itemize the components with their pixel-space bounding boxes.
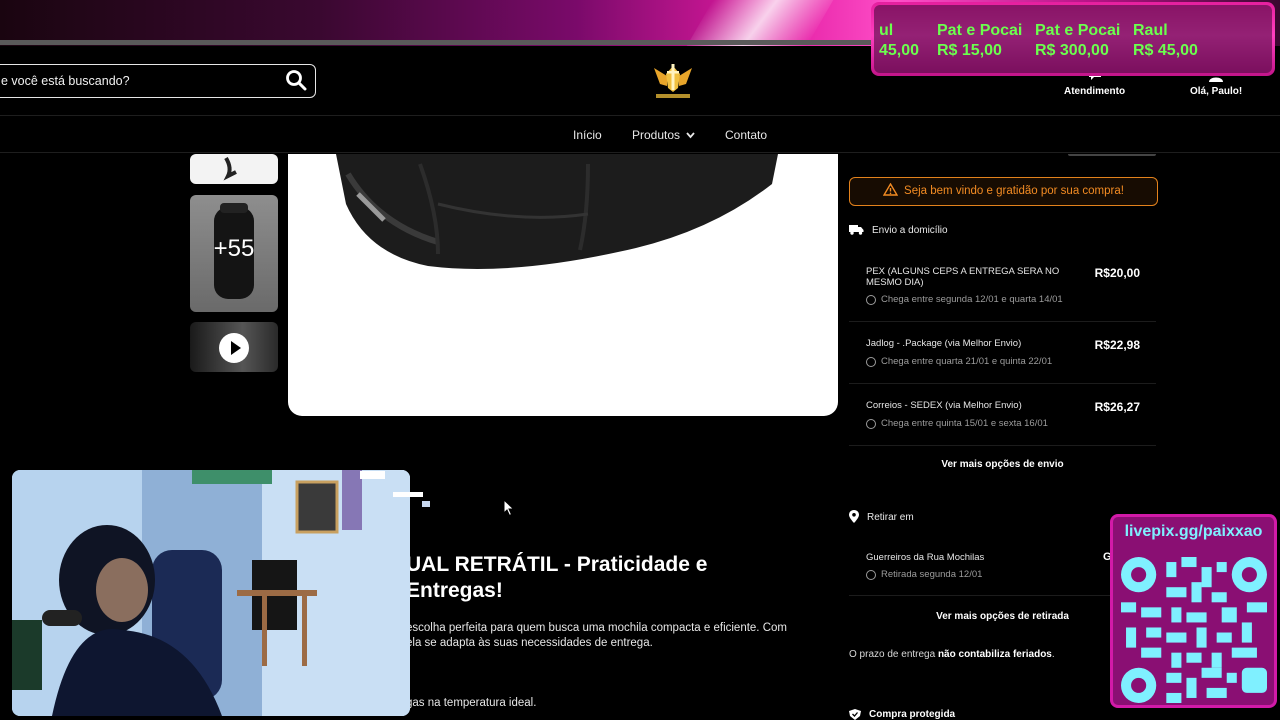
- search-button[interactable]: [283, 68, 309, 94]
- nav-inicio[interactable]: Início: [573, 128, 602, 142]
- title-line-2: Entregas!: [406, 579, 503, 602]
- shipping-option-date: Chega entre quinta 15/01 e sexta 16/01: [881, 418, 1048, 429]
- site-logo[interactable]: [650, 62, 696, 102]
- clock-icon: [866, 295, 876, 305]
- mouse-cursor-icon: [503, 499, 515, 517]
- play-icon: [219, 333, 249, 363]
- donation-amount: 45,00: [879, 42, 920, 59]
- donation-amount: R$ 15,00: [937, 42, 1002, 59]
- donation-entry: Pat e Pocai R$ 15,00: [937, 21, 1022, 61]
- gallery-thumbnail-more[interactable]: +55: [190, 195, 278, 312]
- qr-code-icon: [1121, 557, 1267, 703]
- desc-line-1: escolha perfeita para quem busca uma moc…: [406, 622, 787, 634]
- overlay-glitch: [360, 471, 385, 479]
- shield-check-icon: [849, 709, 861, 720]
- title-line-1: UAL RETRÁTIL - Praticidade e: [406, 553, 708, 576]
- product-description-text: escolha perfeita para quem busca uma moc…: [406, 621, 826, 651]
- product-main-image[interactable]: [288, 154, 838, 416]
- shipping-option-name: Correios - SEDEX (via Melhor Envio): [866, 400, 1022, 411]
- donor-name: Pat e Pocai: [937, 22, 1023, 39]
- chevron-down-icon: [686, 132, 696, 139]
- footnote-bold: não contabiliza feriados: [937, 649, 1052, 660]
- shipping-option-price: R$22,98: [1094, 338, 1140, 352]
- desc-line-3: gas na temperatura ideal.: [406, 697, 537, 709]
- shipping-option-price: R$26,27: [1094, 400, 1140, 414]
- donation-amount: R$ 300,00: [1035, 42, 1109, 59]
- footnote-prefix: O prazo de entrega: [849, 649, 938, 660]
- overlay-glitch: [422, 501, 430, 507]
- more-photos-count: +55: [213, 235, 255, 262]
- search-icon: [286, 69, 307, 90]
- shipping-option[interactable]: Jadlog - .Package (via Melhor Envio) Che…: [849, 322, 1156, 384]
- pickup-store-name: Guerreiros da Rua Mochilas: [866, 552, 985, 563]
- footnote-suffix: .: [1051, 649, 1055, 660]
- main-nav: Início Produtos Contato: [0, 117, 1280, 153]
- donation-entry: ul 45,00: [879, 21, 919, 61]
- shipping-option-name: Jadlog - .Package (via Melhor Envio): [866, 338, 1022, 349]
- livepix-qr-panel: livepix.gg/paixxao: [1110, 514, 1277, 708]
- truck-icon: [849, 225, 864, 235]
- gallery-video-thumbnail[interactable]: [190, 322, 278, 372]
- pickup-label: Retirar em: [867, 512, 914, 523]
- donor-name: Pat e Pocai: [1035, 22, 1121, 39]
- shipping-option-name: PEX (ALGUNS CEPS A ENTREGA SERA NO MESMO…: [866, 266, 1060, 288]
- welcome-text: Seja bem vindo e gratidão por sua compra…: [904, 185, 1124, 197]
- location-pin-icon: [849, 510, 859, 523]
- more-shipping-options-link[interactable]: Ver mais opções de envio: [849, 459, 1156, 470]
- welcome-banner: Seja bem vindo e gratidão por sua compra…: [849, 177, 1158, 206]
- search-input[interactable]: [1, 65, 271, 96]
- product-description-title: UAL RETRÁTIL - Praticidade e Entregas!: [406, 552, 826, 604]
- desc-line-2: ela se adapta às suas necessidades de en…: [406, 637, 653, 649]
- search-box: [0, 64, 316, 98]
- streamer-webcam: [12, 470, 410, 716]
- shipping-option-price: R$20,00: [1094, 266, 1140, 280]
- donation-entry: Pat e Pocai R$ 300,00: [1035, 21, 1120, 61]
- nav-contato[interactable]: Contato: [725, 128, 767, 142]
- donation-ticker: ul 45,00 Pat e Pocai R$ 15,00 Pat e Pocai R…: [871, 2, 1275, 76]
- donor-name: Raul: [1133, 22, 1168, 39]
- nav-produtos[interactable]: Produtos: [632, 128, 696, 142]
- pickup-date: Retirada segunda 12/01: [881, 569, 983, 580]
- warning-icon: [883, 182, 899, 196]
- clock-icon: [866, 419, 876, 429]
- overlay-glitch: [393, 492, 423, 497]
- donation-amount: R$ 45,00: [1133, 42, 1198, 59]
- shipping-option[interactable]: Correios - SEDEX (via Melhor Envio) Cheg…: [849, 384, 1156, 446]
- shipping-option[interactable]: PEX (ALGUNS CEPS A ENTREGA SERA NO MESMO…: [849, 256, 1156, 322]
- shipping-option-date: Chega entre segunda 12/01 e quarta 14/01: [881, 294, 1063, 305]
- shipping-option-date: Chega entre quarta 21/01 e quinta 22/01: [881, 356, 1053, 367]
- donation-entry: Raul R$ 45,00: [1133, 21, 1198, 61]
- browser-divider: [0, 40, 880, 45]
- livepix-url: livepix.gg/paixxao: [1124, 523, 1263, 540]
- clock-icon: [866, 357, 876, 367]
- protected-purchase-label: Compra protegida: [869, 709, 956, 720]
- gallery-thumbnail[interactable]: [190, 154, 278, 184]
- account-greeting: Olá, Paulo!: [1190, 86, 1243, 97]
- shipping-label: Envio a domicílio: [872, 225, 948, 236]
- delivery-footnote: O prazo de entrega não contabiliza feria…: [849, 649, 1055, 660]
- clock-icon: [866, 570, 876, 580]
- quantity-box-edge: [1068, 154, 1156, 156]
- nav-produtos-label: Produtos: [632, 128, 681, 142]
- atendimento-label: Atendimento: [1064, 86, 1126, 97]
- donor-name: ul: [879, 22, 894, 39]
